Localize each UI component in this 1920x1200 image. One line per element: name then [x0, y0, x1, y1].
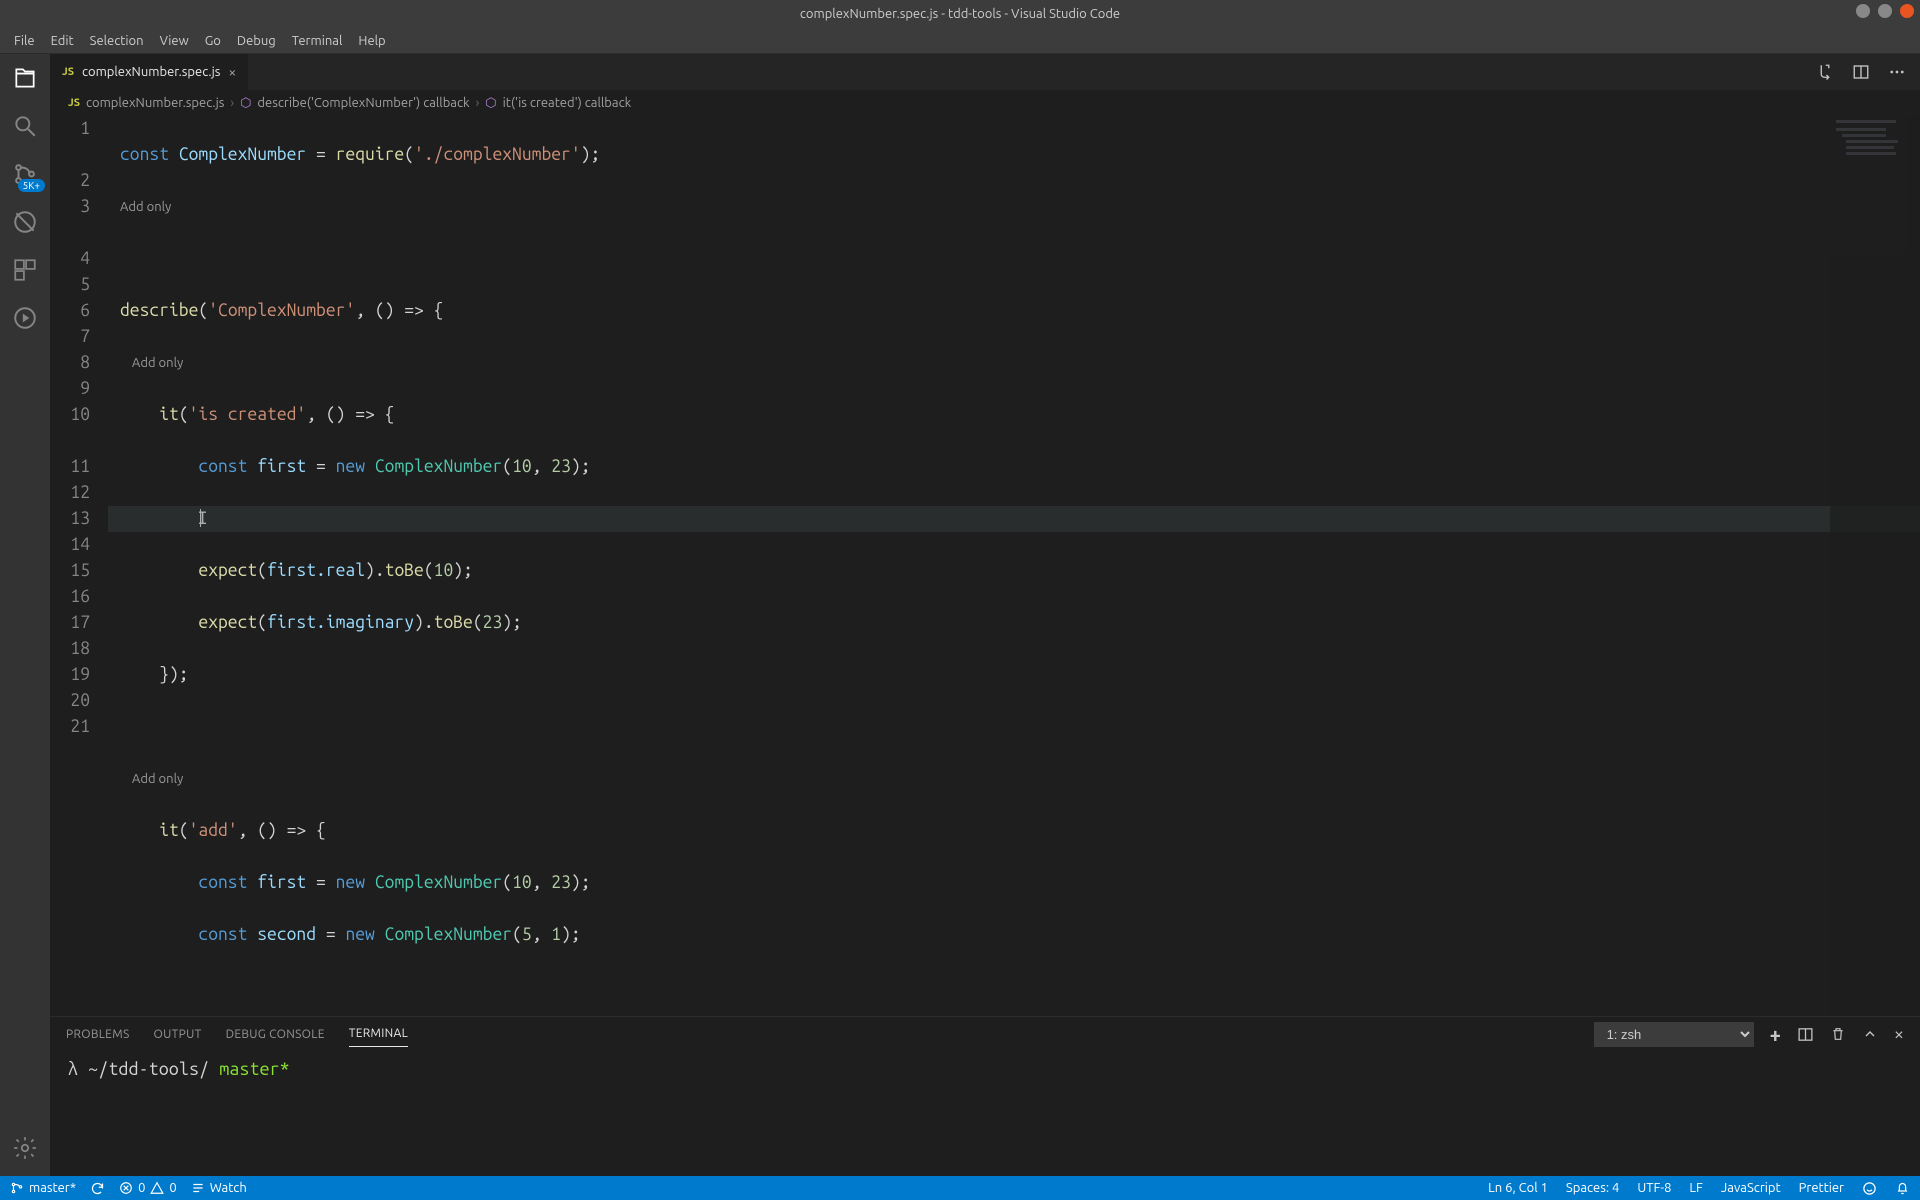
menu-debug[interactable]: Debug: [229, 34, 284, 48]
split-terminal-icon[interactable]: [1797, 1026, 1814, 1043]
symbol-method-icon: ⬡: [485, 96, 496, 111]
code-editor[interactable]: 1 2 3 4 5 6 7 8 9 10 11 12 13 14 15 16 1…: [50, 116, 1920, 1016]
status-eol[interactable]: LF: [1689, 1181, 1702, 1195]
chevron-right-icon: ›: [476, 96, 480, 110]
panel-tabs: PROBLEMS OUTPUT DEBUG CONSOLE TERMINAL 1…: [50, 1017, 1920, 1051]
panel-tab-problems[interactable]: PROBLEMS: [66, 1022, 130, 1047]
terminal-shell-select[interactable]: 1: zsh: [1594, 1022, 1754, 1047]
menu-go[interactable]: Go: [197, 34, 229, 48]
extensions-icon[interactable]: [11, 256, 39, 284]
status-sync-icon[interactable]: [90, 1181, 105, 1196]
text-cursor-icon: [200, 509, 201, 527]
minimap[interactable]: [1830, 116, 1920, 1016]
test-runner-icon[interactable]: [11, 304, 39, 332]
codelens-add-only[interactable]: Add only: [108, 766, 1920, 792]
status-problems[interactable]: 0 0: [119, 1181, 177, 1195]
tab-filename: complexNumber.spec.js: [82, 65, 220, 79]
bottom-panel: PROBLEMS OUTPUT DEBUG CONSOLE TERMINAL 1…: [50, 1016, 1920, 1176]
panel-tab-output[interactable]: OUTPUT: [154, 1022, 202, 1047]
title-bar: complexNumber.spec.js - tdd-tools - Visu…: [0, 0, 1920, 28]
symbol-method-icon: ⬡: [240, 96, 251, 111]
close-panel-icon[interactable]: ×: [1894, 1024, 1904, 1044]
kill-terminal-icon[interactable]: [1830, 1026, 1846, 1042]
codelens-add-only[interactable]: Add only: [108, 194, 1920, 220]
menu-view[interactable]: View: [152, 34, 197, 48]
window-close-button[interactable]: [1900, 4, 1914, 18]
breadcrumb[interactable]: JS complexNumber.spec.js › ⬡ describe('C…: [50, 90, 1920, 116]
code-content[interactable]: const ComplexNumber = require('./complex…: [108, 116, 1920, 1016]
menu-selection[interactable]: Selection: [82, 34, 152, 48]
compare-changes-icon[interactable]: [1816, 63, 1834, 81]
more-actions-icon[interactable]: [1888, 63, 1906, 81]
status-cursor-position[interactable]: Ln 6, Col 1: [1488, 1181, 1548, 1195]
terminal[interactable]: λ ~/tdd-tools/ master*: [50, 1051, 1920, 1176]
current-line: [108, 506, 1920, 532]
explorer-icon[interactable]: [11, 64, 39, 92]
status-prettier[interactable]: Prettier: [1799, 1181, 1844, 1195]
new-terminal-icon[interactable]: +: [1770, 1023, 1781, 1046]
split-editor-icon[interactable]: [1852, 63, 1870, 81]
terminal-prompt: λ ~/tdd-tools/: [68, 1059, 219, 1079]
js-file-icon: JS: [62, 66, 74, 78]
chevron-right-icon: ›: [230, 96, 234, 110]
tab-complexnumber-spec[interactable]: JS complexNumber.spec.js ×: [50, 54, 249, 90]
settings-gear-icon[interactable]: [11, 1134, 39, 1162]
tab-close-icon[interactable]: ×: [228, 64, 236, 80]
maximize-panel-icon[interactable]: [1862, 1026, 1878, 1042]
menu-file[interactable]: File: [6, 34, 43, 48]
status-encoding[interactable]: UTF-8: [1637, 1181, 1671, 1195]
js-file-icon: JS: [68, 97, 80, 109]
editor-area: JS complexNumber.spec.js × JS complexNum…: [50, 54, 1920, 1176]
source-control-icon[interactable]: 5K+: [11, 160, 39, 188]
panel-tab-debug-console[interactable]: DEBUG CONSOLE: [226, 1022, 325, 1047]
codelens-add-only[interactable]: Add only: [108, 350, 1920, 376]
status-watch[interactable]: Watch: [191, 1181, 247, 1195]
scm-badge: 5K+: [18, 179, 45, 192]
editor-tabs: JS complexNumber.spec.js ×: [50, 54, 1920, 90]
window-minimize-button[interactable]: [1856, 4, 1870, 18]
menu-edit[interactable]: Edit: [43, 34, 82, 48]
line-number-gutter: 1 2 3 4 5 6 7 8 9 10 11 12 13 14 15 16 1…: [50, 116, 108, 1016]
breadcrumb-file[interactable]: complexNumber.spec.js: [86, 96, 224, 110]
debug-icon[interactable]: [11, 208, 39, 236]
terminal-branch: master*: [219, 1059, 290, 1079]
status-feedback-icon[interactable]: [1862, 1181, 1877, 1196]
panel-tab-terminal[interactable]: TERMINAL: [349, 1021, 408, 1047]
status-indentation[interactable]: Spaces: 4: [1566, 1181, 1619, 1195]
breadcrumb-it[interactable]: it('is created') callback: [503, 96, 632, 110]
menu-bar: File Edit Selection View Go Debug Termin…: [0, 28, 1920, 54]
status-bar: master* 0 0 Watch Ln 6, Col 1 Spaces: 4 …: [0, 1176, 1920, 1200]
status-language-mode[interactable]: JavaScript: [1721, 1181, 1781, 1195]
window-title: complexNumber.spec.js - tdd-tools - Visu…: [800, 7, 1120, 21]
window-maximize-button[interactable]: [1878, 4, 1892, 18]
window-controls: [1856, 4, 1914, 18]
menu-terminal[interactable]: Terminal: [284, 34, 351, 48]
search-icon[interactable]: [11, 112, 39, 140]
activity-bar: 5K+: [0, 54, 50, 1176]
menu-help[interactable]: Help: [350, 34, 393, 48]
breadcrumb-describe[interactable]: describe('ComplexNumber') callback: [257, 96, 469, 110]
status-notifications-icon[interactable]: [1895, 1181, 1910, 1196]
status-git-branch[interactable]: master*: [10, 1181, 76, 1195]
